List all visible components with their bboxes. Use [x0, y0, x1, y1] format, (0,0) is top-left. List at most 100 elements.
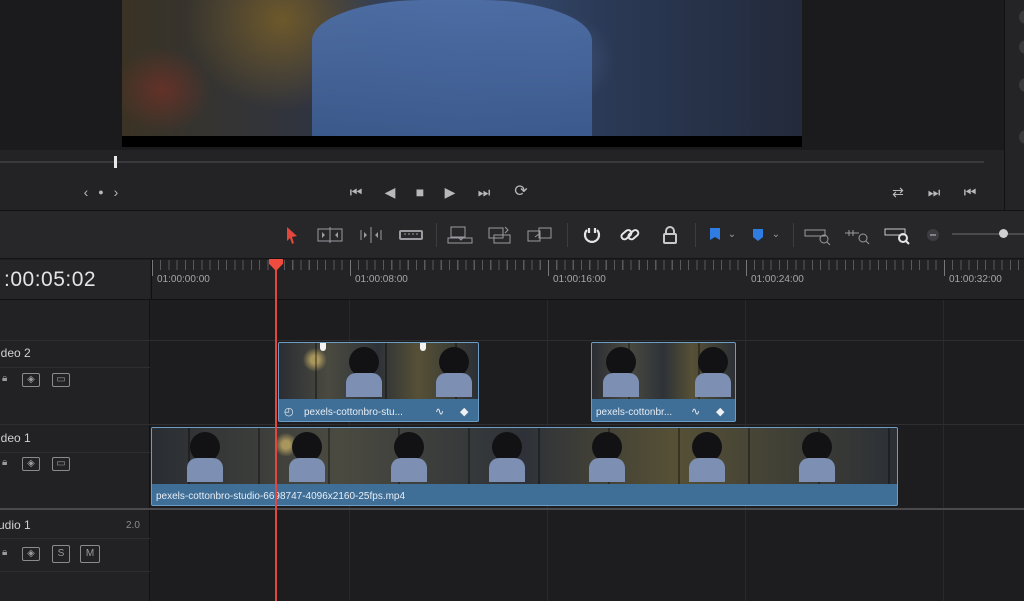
panel-dot-icon[interactable]: [1019, 78, 1024, 92]
mark-out-icon[interactable]: ⏭: [924, 182, 944, 202]
solo-button[interactable]: S: [52, 545, 70, 563]
ruler-tick-label: 01:00:16:00: [553, 274, 606, 285]
auto-select-icon[interactable]: ◈: [22, 547, 40, 561]
custom-zoom-icon[interactable]: [883, 223, 911, 247]
auto-select-icon[interactable]: ◈: [22, 457, 40, 471]
timeline-clip[interactable]: pexels-cottonbr... ∿ ◆: [591, 342, 736, 422]
thumb-body: [489, 458, 525, 482]
thumb-body: [391, 458, 427, 482]
scrub-track[interactable]: [0, 161, 984, 163]
lock-track-icon[interactable]: 🔒︎: [2, 457, 12, 469]
grid-line: [943, 300, 944, 601]
ruler-tick-label: 01:00:00:00: [157, 274, 210, 285]
panel-dot-icon[interactable]: [1019, 130, 1024, 144]
marker-dropdown-chevron-icon[interactable]: ⌄: [768, 223, 784, 247]
track-visibility-icon[interactable]: ▭: [52, 373, 70, 387]
track-divider: [0, 452, 150, 453]
speed-change-icon: ◴: [284, 406, 294, 418]
thumb-body: [589, 458, 625, 482]
curve-icon[interactable]: ∿: [691, 405, 700, 418]
auto-select-icon[interactable]: ◈: [22, 373, 40, 387]
track-name-video-2[interactable]: ideo 2: [0, 346, 31, 360]
keyframe-handle[interactable]: [420, 343, 426, 351]
timeline-clip[interactable]: pexels-cottonbro-studio-6698747-4096x216…: [151, 427, 898, 506]
go-to-start-icon[interactable]: ⏮: [343, 182, 369, 202]
jog-center-icon[interactable]: ●: [95, 182, 107, 202]
jog-right-icon[interactable]: ›: [110, 182, 122, 202]
timecode-display: :00:05:02: [0, 260, 150, 300]
snapping-icon[interactable]: [578, 223, 606, 247]
keyframe-diamond-icon[interactable]: ◆: [460, 405, 468, 418]
marker-icon[interactable]: [746, 223, 770, 247]
track-divider: [0, 340, 1024, 341]
track-name-video-1[interactable]: ideo 1: [0, 431, 31, 445]
track-headers: ideo 2 🔒︎ ◈ ▭ ideo 1 🔒︎ ◈ ▭ udio 1 2.0 🔒…: [0, 300, 150, 601]
toolbar-separator: [695, 223, 696, 247]
panel-dot-icon[interactable]: [1019, 40, 1024, 54]
go-to-end-icon[interactable]: ⏭: [471, 182, 497, 202]
match-frame-icon[interactable]: ⇄: [885, 182, 911, 202]
zoom-slider-handle[interactable]: [999, 229, 1008, 238]
ruler-major-tick: [746, 260, 747, 276]
clip-name: pexels-cottonbro-studio-6698747-4096x216…: [156, 491, 406, 502]
play-icon[interactable]: ▶: [440, 182, 460, 202]
toolbar-separator: [436, 223, 437, 247]
jog-left-icon[interactable]: ‹: [80, 182, 92, 202]
play-reverse-icon[interactable]: ◀: [380, 182, 400, 202]
viewer-scrub-bar[interactable]: [0, 150, 1004, 174]
curve-icon[interactable]: ∿: [435, 405, 444, 418]
detail-zoom-icon[interactable]: [843, 223, 871, 247]
track-name-audio-1[interactable]: udio 1: [0, 518, 31, 532]
timeline-playhead[interactable]: [275, 262, 277, 601]
zoom-slider-track[interactable]: [952, 233, 1024, 235]
dynamic-trim-icon[interactable]: [357, 223, 385, 247]
selection-arrow-icon[interactable]: [284, 225, 300, 245]
flag-dropdown-chevron-icon[interactable]: ⌄: [724, 223, 740, 247]
track-divider: [0, 424, 1024, 425]
toolbar-separator: [793, 223, 794, 247]
thumb-body: [187, 458, 223, 482]
stop-icon[interactable]: ■: [410, 182, 430, 202]
track-divider: [0, 538, 150, 539]
mark-in-icon[interactable]: ⏮: [960, 182, 980, 202]
timeline-ruler[interactable]: 01:00:00:00 01:00:08:00 01:00:16:00 01:0…: [151, 260, 1024, 300]
overwrite-clip-icon[interactable]: [486, 223, 514, 247]
clip-thumbnails: [279, 343, 478, 399]
current-timecode[interactable]: :00:05:02: [4, 268, 96, 292]
inspector-edge-panel: [1004, 0, 1024, 210]
timeline-toolbar: ⌄ ⌄: [0, 211, 1024, 259]
flag-icon[interactable]: [702, 223, 726, 247]
clip-name: pexels-cottonbro-stu...: [304, 407, 403, 418]
thumb-body: [346, 373, 382, 397]
track-controls-audio-1: 🔒︎ ◈ S M: [2, 545, 142, 563]
clip-name: pexels-cottonbr...: [596, 407, 673, 418]
keyframe-handle[interactable]: [320, 343, 326, 351]
scrub-playhead[interactable]: [114, 156, 117, 168]
track-controls-video-1: 🔒︎ ◈ ▭: [2, 457, 142, 471]
video-preview: [122, 0, 802, 147]
track-visibility-icon[interactable]: ▭: [52, 457, 70, 471]
lock-track-icon[interactable]: 🔒︎: [2, 547, 12, 559]
mute-button[interactable]: M: [80, 545, 100, 563]
zoom-out-icon[interactable]: [922, 223, 944, 247]
thumb-body: [603, 373, 639, 397]
insert-clip-icon[interactable]: [446, 223, 474, 247]
keyframe-diamond-icon[interactable]: ◆: [716, 405, 724, 418]
ruler-major-tick: [548, 260, 549, 276]
video-frame-image: [122, 0, 802, 136]
replace-clip-icon[interactable]: [526, 223, 554, 247]
track-divider: [0, 299, 1024, 300]
thumb-body: [695, 373, 731, 397]
position-lock-icon[interactable]: [656, 223, 684, 247]
clip-thumbnails: [592, 343, 735, 399]
full-extent-zoom-icon[interactable]: [803, 223, 831, 247]
person-hoodie: [312, 0, 592, 136]
lock-track-icon[interactable]: 🔒︎: [2, 373, 12, 385]
loop-icon[interactable]: ⟳: [508, 182, 534, 202]
blade-icon[interactable]: [397, 223, 425, 247]
trim-edit-icon[interactable]: [316, 223, 344, 247]
panel-dot-icon[interactable]: [1019, 10, 1024, 24]
timeline-clip[interactable]: ◴ pexels-cottonbro-stu... ∿ ◆: [278, 342, 479, 422]
linked-selection-icon[interactable]: [616, 223, 644, 247]
viewer-panel: [0, 0, 1004, 150]
